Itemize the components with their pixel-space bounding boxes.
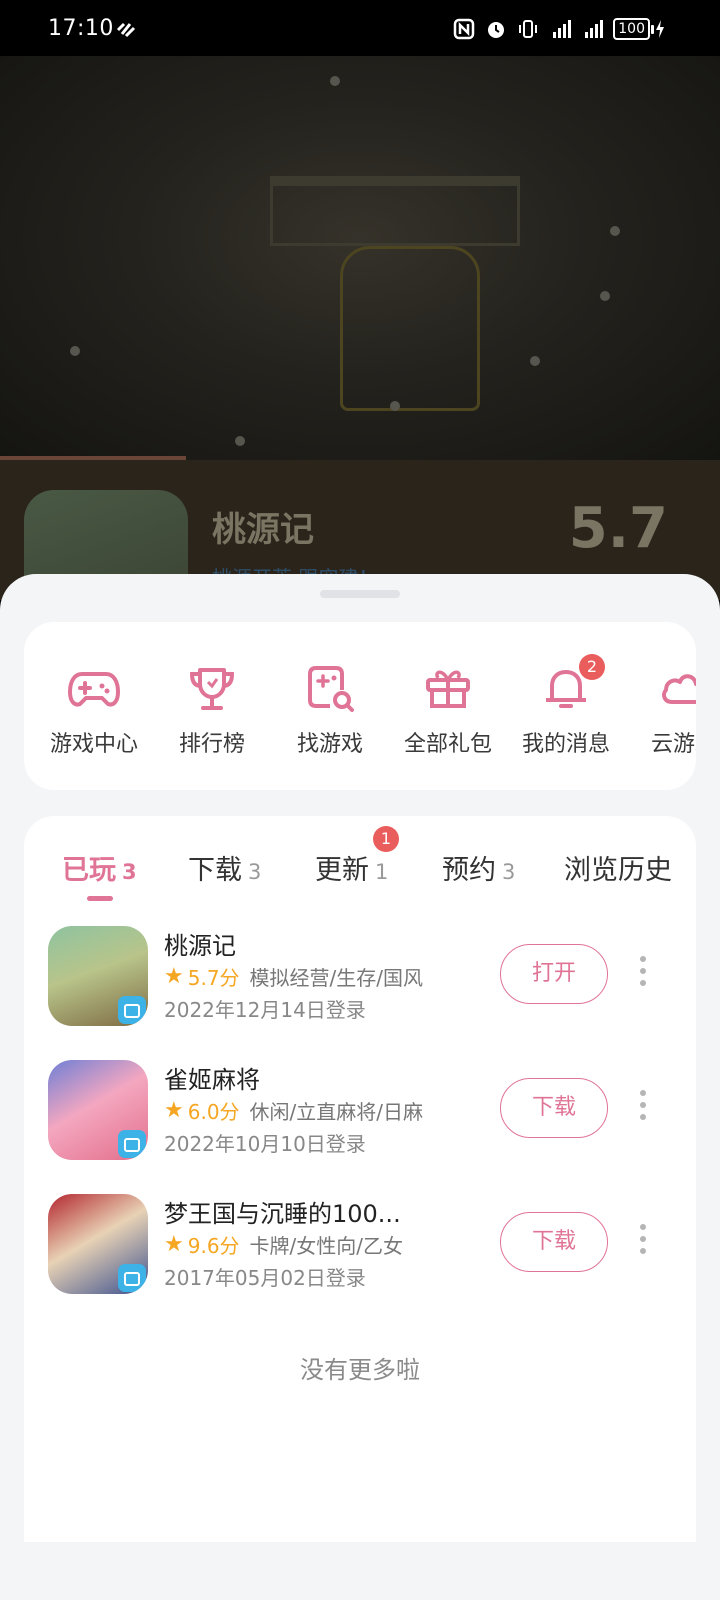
download-button[interactable]: 下载	[500, 1212, 608, 1272]
quick-cloud-game[interactable]: 云游戏	[624, 664, 696, 758]
quick-game-center[interactable]: 游戏中心	[34, 664, 154, 758]
signal-5g-icon-2	[585, 20, 604, 38]
quick-find-game[interactable]: 找游戏	[270, 664, 390, 758]
trophy-icon	[189, 668, 235, 710]
hero-door	[340, 246, 480, 411]
status-time: 17:10	[48, 16, 114, 41]
game-title: 桃源记	[164, 932, 236, 960]
game-last-login: 2022年12月14日登录	[164, 998, 366, 1022]
star-icon: ★	[164, 1232, 184, 1257]
game-score: 5.7分	[187, 966, 240, 990]
quick-actions-card: 游戏中心 排行榜 找游戏 全部礼包 我的消息 2 云游戏	[24, 622, 696, 790]
game-tags: 模拟经营/生存/国风	[249, 966, 424, 990]
games-list-card: 已玩 3 下载 3 更新 1 1 预约 3 浏览历史 桃源记 ★ 5.7分 模拟经营/生存/…	[24, 816, 696, 1542]
more-options-icon[interactable]	[636, 956, 650, 992]
gift-icon	[426, 670, 470, 708]
download-button[interactable]: 下载	[500, 1078, 608, 1138]
bilibili-icon	[118, 996, 146, 1024]
tab-downloads[interactable]: 下载 3	[188, 848, 261, 887]
drag-handle[interactable]	[320, 590, 400, 598]
no-more-text: 没有更多啦	[300, 1356, 420, 1384]
nfc-icon	[454, 18, 475, 40]
cloud-icon	[662, 674, 696, 704]
gamepad-icon	[68, 672, 120, 707]
hero-roof	[270, 176, 520, 246]
star-icon: ★	[164, 964, 184, 989]
more-options-icon[interactable]	[636, 1090, 650, 1126]
list-item[interactable]: 桃源记 ★ 5.7分 模拟经营/生存/国风 2022年12月14日登录 打开	[24, 920, 696, 1030]
active-tab-indicator	[87, 896, 113, 901]
game-tags: 卡牌/女性向/乙女	[249, 1234, 404, 1258]
game-title: 梦王国与沉睡的100...	[164, 1200, 401, 1228]
vibrate-icon	[519, 20, 538, 38]
hero-game-name: 桃源记	[212, 510, 314, 550]
tab-updates[interactable]: 更新 1 1	[315, 826, 399, 887]
updates-badge: 1	[373, 826, 399, 852]
status-bar: 17:10 100	[0, 0, 720, 56]
game-icon-queji-majiang	[48, 1060, 148, 1160]
messages-badge: 2	[579, 654, 605, 680]
data-saver-icon	[116, 22, 136, 38]
game-tags: 休闲/立直麻将/日麻	[249, 1100, 424, 1124]
hero-banner	[0, 56, 720, 460]
hero-game-score: 5.7	[568, 496, 668, 561]
bilibili-icon	[118, 1130, 146, 1158]
battery-indicator: 100	[613, 18, 666, 40]
list-item[interactable]: 雀姬麻将 ★ 6.0分 休闲/立直麻将/日麻 2022年10月10日登录 下载	[24, 1054, 696, 1164]
alarm-icon	[488, 22, 505, 38]
tab-history[interactable]: 浏览历史	[564, 848, 672, 887]
tab-reservations[interactable]: 预约 3	[442, 848, 515, 887]
list-item[interactable]: 梦王国与沉睡的100... ★ 9.6分 卡牌/女性向/乙女 2017年05月02日…	[24, 1188, 696, 1298]
open-button[interactable]: 打开	[500, 944, 608, 1004]
quick-all-gifts[interactable]: 全部礼包	[388, 664, 508, 758]
signal-5g-icon	[553, 20, 572, 38]
game-score: 9.6分	[187, 1234, 240, 1258]
game-icon-taoyuanji	[48, 926, 148, 1026]
more-options-icon[interactable]	[636, 1224, 650, 1260]
game-last-login: 2022年10月10日登录	[164, 1132, 366, 1156]
find-game-icon	[308, 666, 354, 712]
game-score: 6.0分	[187, 1100, 240, 1124]
game-last-login: 2017年05月02日登录	[164, 1266, 366, 1290]
quick-my-messages[interactable]: 我的消息 2	[506, 654, 626, 758]
quick-rankings[interactable]: 排行榜	[152, 664, 272, 758]
game-title: 雀姬麻将	[164, 1066, 260, 1094]
bottom-sheet: 游戏中心 排行榜 找游戏 全部礼包 我的消息 2 云游戏 已玩3 下载3 更新1…	[0, 574, 720, 1600]
tab-played[interactable]: 已玩 3	[62, 848, 137, 887]
charging-icon	[656, 20, 664, 38]
bilibili-icon	[118, 1264, 146, 1292]
star-icon: ★	[164, 1098, 184, 1123]
game-icon-dream-kingdom	[48, 1194, 148, 1294]
